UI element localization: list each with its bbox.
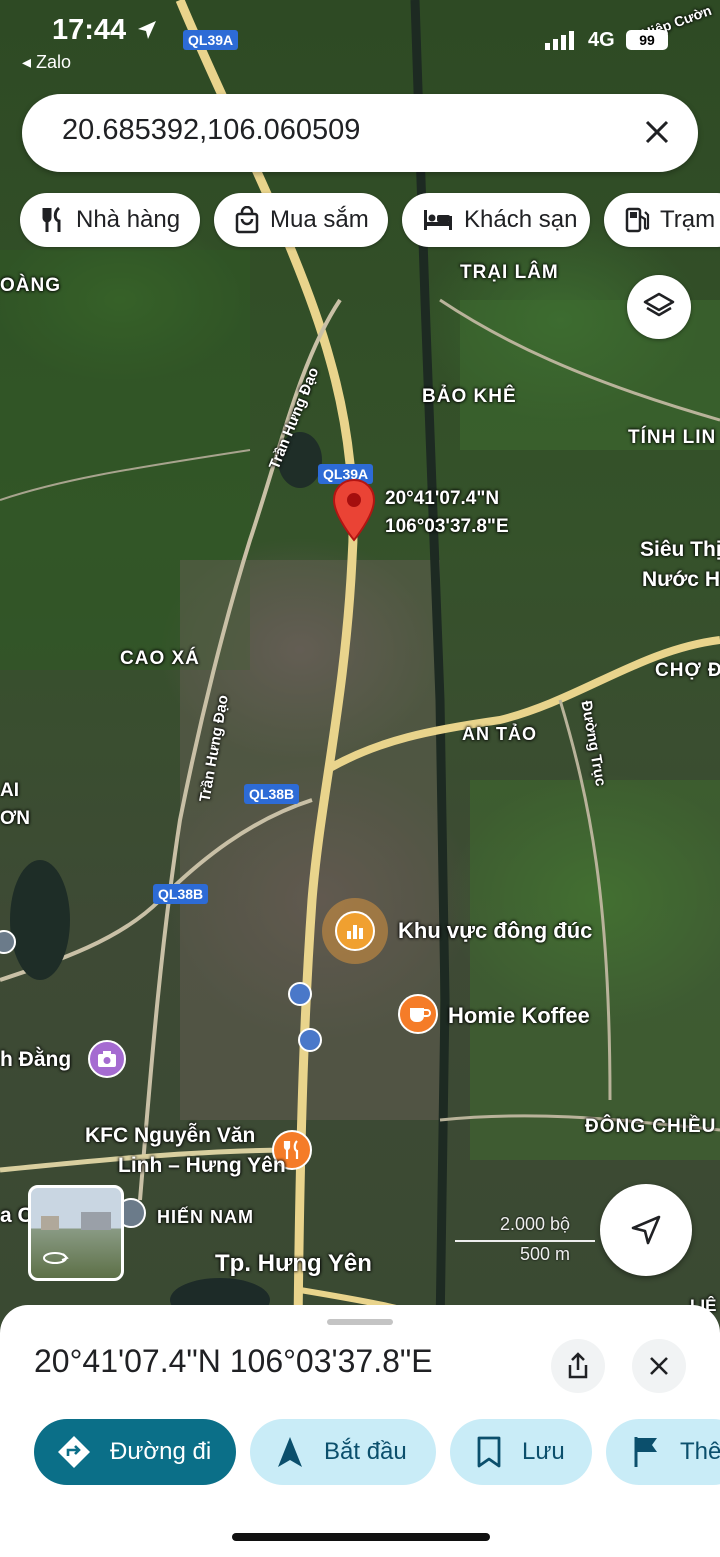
chip-gas-station[interactable]: Trạm bbox=[604, 193, 720, 247]
road-badge: QL38B bbox=[153, 884, 209, 904]
building-shape bbox=[81, 1212, 111, 1230]
chip-label: Trạm bbox=[660, 206, 716, 233]
clock: 17:44 bbox=[52, 14, 127, 46]
place-label: ĐÔNG CHIỀU bbox=[585, 1116, 717, 1137]
layers-icon bbox=[643, 292, 675, 317]
busy-area-marker[interactable] bbox=[322, 898, 388, 964]
bus-stop-icon[interactable] bbox=[288, 982, 312, 1006]
chip-label: Khách sạn bbox=[464, 206, 578, 233]
button-label: Thê bbox=[680, 1438, 720, 1465]
close-button[interactable] bbox=[632, 1339, 686, 1393]
network-type: 4G bbox=[588, 29, 615, 51]
search-input[interactable]: 20.685392,106.060509 bbox=[62, 114, 360, 147]
drag-handle[interactable] bbox=[327, 1319, 393, 1325]
poi-label: KFC Nguyễn Văn bbox=[85, 1124, 256, 1147]
share-button[interactable] bbox=[551, 1339, 605, 1393]
place-label: ƠN bbox=[0, 808, 30, 829]
navigation-arrow-icon bbox=[278, 1437, 302, 1467]
scale-metric: 500 m bbox=[520, 1244, 571, 1264]
chip-label: Mua sắm bbox=[270, 206, 369, 233]
street-view-thumbnail[interactable] bbox=[28, 1185, 124, 1281]
close-icon bbox=[650, 1357, 668, 1375]
location-pin-icon[interactable] bbox=[332, 478, 376, 544]
my-location-button[interactable] bbox=[600, 1184, 692, 1276]
search-bar[interactable]: 20.685392,106.060509 bbox=[22, 94, 698, 172]
poi-label: Linh – Hưng Yên bbox=[118, 1154, 286, 1177]
place-label: Tp. Hưng Yên bbox=[215, 1250, 372, 1277]
shopping-bag-icon bbox=[235, 206, 259, 234]
button-label: Bắt đầu bbox=[324, 1438, 407, 1465]
place-label: OÀNG bbox=[0, 275, 61, 296]
directions-button[interactable]: Đường đi bbox=[34, 1419, 236, 1485]
poi-label: Khu vực đông đúc bbox=[398, 918, 593, 943]
road-badge: QL38B bbox=[244, 784, 300, 804]
home-indicator[interactable] bbox=[232, 1533, 490, 1541]
place-label: HIẾN NAM bbox=[157, 1207, 254, 1227]
bottom-sheet[interactable]: 20°41'07.4"N 106°03'37.8"E Đường đi Bắt … bbox=[0, 1305, 720, 1557]
navigation-arrow-icon bbox=[631, 1215, 661, 1245]
directions-icon bbox=[58, 1436, 90, 1468]
chip-shopping[interactable]: Mua sắm bbox=[214, 193, 388, 247]
scale-bar bbox=[455, 1240, 595, 1242]
add-label-button[interactable]: Thê bbox=[606, 1419, 720, 1485]
start-button[interactable]: Bắt đầu bbox=[250, 1419, 436, 1485]
location-arrow-icon bbox=[138, 21, 156, 39]
pin-lng-label: 106°03'37.8"E bbox=[385, 516, 509, 537]
bar-chart-icon bbox=[335, 911, 375, 951]
flag-icon bbox=[634, 1437, 657, 1467]
poi-label: Nước HUY bbox=[642, 568, 720, 591]
rotate-360-icon bbox=[43, 1252, 69, 1264]
layers-button[interactable] bbox=[627, 275, 691, 339]
share-icon bbox=[568, 1352, 588, 1379]
button-label: Lưu bbox=[522, 1438, 565, 1465]
status-bar: 17:44 ◂ Zalo 4G 99 bbox=[0, 0, 720, 80]
scale-imperial: 2.000 bộ bbox=[500, 1214, 571, 1234]
place-label: TÍNH LIN bbox=[628, 427, 717, 448]
place-label: CHỢ Đ bbox=[655, 660, 720, 681]
save-button[interactable]: Lưu bbox=[450, 1419, 592, 1485]
signal-icon bbox=[545, 31, 574, 50]
close-icon[interactable] bbox=[640, 115, 674, 149]
chip-label: Nhà hàng bbox=[76, 206, 181, 233]
place-label: AN TẢO bbox=[462, 724, 537, 744]
bus-stop-icon[interactable] bbox=[298, 1028, 322, 1052]
restaurant-icon bbox=[42, 206, 61, 232]
poi-label: h Đằng bbox=[0, 1048, 72, 1071]
chip-hotels[interactable]: Khách sạn bbox=[402, 193, 590, 247]
poi-label: Siêu Thị bbox=[640, 538, 720, 561]
place-label: CAO XÁ bbox=[120, 648, 200, 669]
building-shape bbox=[41, 1216, 59, 1230]
button-label: Đường đi bbox=[110, 1438, 212, 1465]
camera-icon[interactable] bbox=[88, 1040, 126, 1078]
place-label: BẢO KHÊ bbox=[422, 386, 517, 407]
place-label: AI bbox=[0, 780, 19, 801]
pin-lat-label: 20°41'07.4"N bbox=[385, 488, 500, 509]
back-to-app[interactable]: ◂ Zalo bbox=[22, 52, 71, 73]
bed-icon bbox=[424, 210, 452, 230]
bookmark-icon bbox=[477, 1436, 501, 1468]
gas-station-icon bbox=[625, 207, 650, 233]
chip-restaurants[interactable]: Nhà hàng bbox=[20, 193, 200, 247]
battery-icon: 99 bbox=[626, 30, 668, 50]
cafe-icon[interactable] bbox=[398, 994, 438, 1034]
poi-label: Homie Koffee bbox=[448, 1003, 590, 1028]
place-label: TRẠI LÂM bbox=[460, 262, 559, 283]
place-title: 20°41'07.4"N 106°03'37.8"E bbox=[34, 1343, 433, 1379]
